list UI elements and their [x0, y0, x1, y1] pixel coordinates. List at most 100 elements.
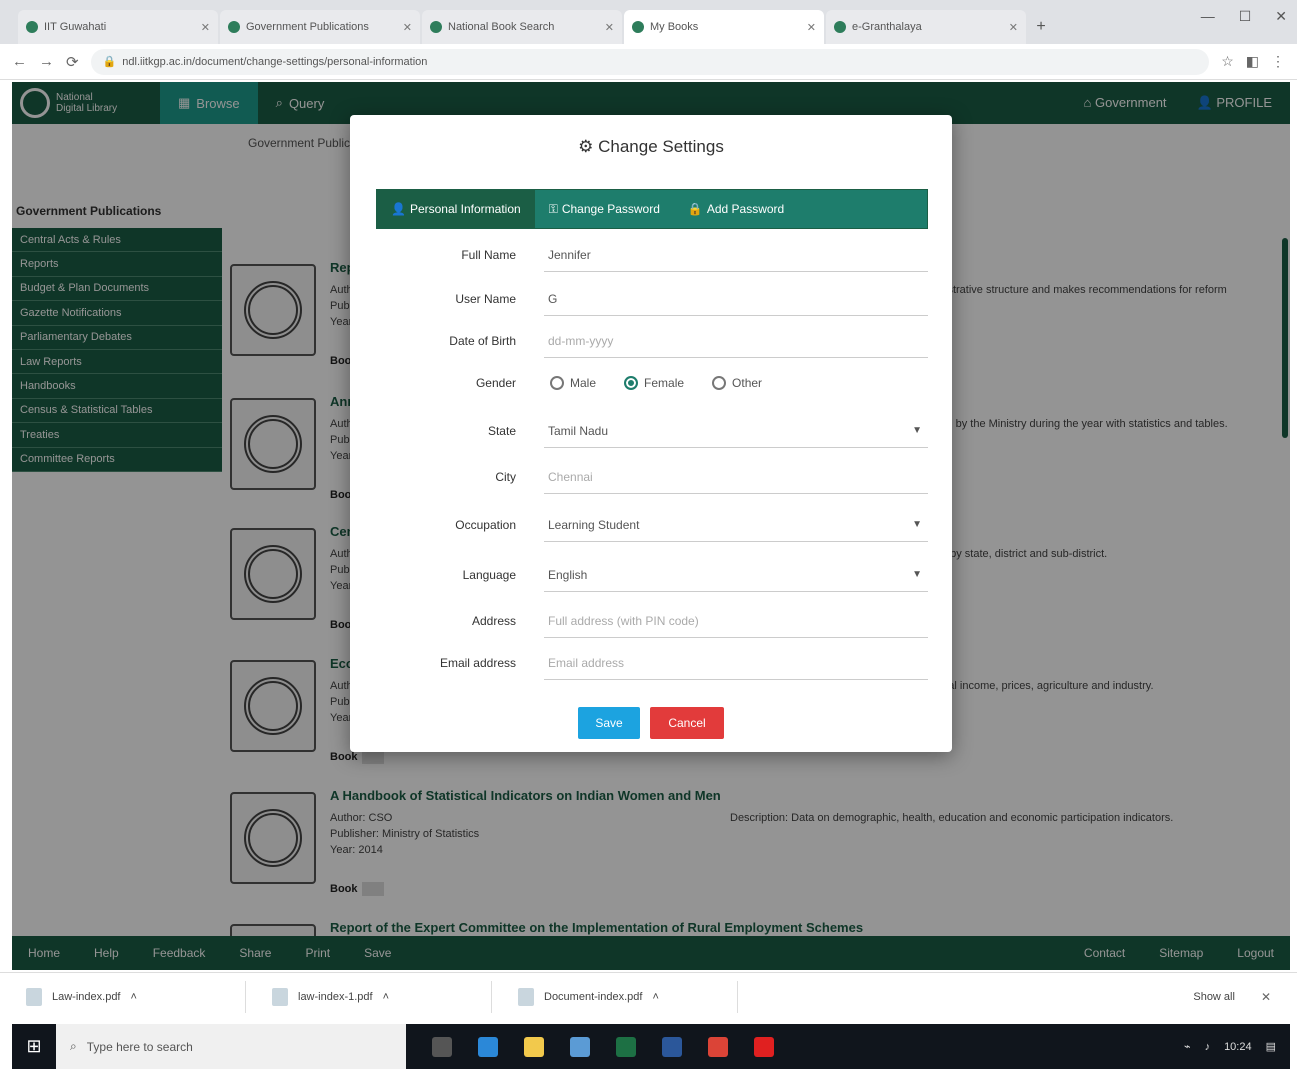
close-icon[interactable]: ✕ [1009, 21, 1018, 34]
user-name-label: User Name [455, 292, 516, 306]
language-select[interactable]: English ▼ [544, 558, 928, 592]
close-icon[interactable]: ✕ [201, 21, 210, 34]
email-label: Email address [439, 656, 516, 670]
email-input[interactable]: Email address [544, 646, 928, 680]
download-filename: Law-index.pdf [52, 990, 121, 1003]
chevron-up-icon[interactable]: ˄ [131, 991, 137, 1003]
show-all-downloads[interactable]: Show all [1193, 991, 1235, 1003]
modal-tab-label: Personal Information [409, 202, 521, 216]
pdf-file-icon [518, 987, 534, 1006]
state-row: State Tamil Nadu ▼ [376, 413, 928, 449]
chevron-up-icon[interactable]: ˄ [652, 991, 658, 1003]
full-name-input[interactable]: Jennifer [544, 238, 928, 272]
close-icon[interactable]: ✕ [403, 21, 412, 34]
dob-input[interactable]: dd-mm-yyyy [544, 324, 928, 358]
browser-tab-label: My Books [650, 21, 699, 33]
task-view-icon[interactable] [432, 1036, 452, 1057]
occupation-label: Occupation [455, 518, 516, 532]
taskbar-search[interactable]: ⌕ Type here to search [56, 1024, 406, 1069]
close-icon[interactable]: ✕ [1275, 8, 1287, 25]
minimize-icon[interactable]: — [1201, 8, 1215, 25]
store-icon[interactable] [570, 1036, 590, 1057]
cancel-button[interactable]: Cancel [650, 707, 724, 739]
browser-tab-label: Government Publications [246, 21, 369, 33]
download-filename: Document-index.pdf [544, 990, 643, 1003]
city-label: City [495, 470, 516, 484]
settings-icon: ⚙ [578, 137, 599, 156]
modal-tab[interactable]: 🔒 Add Password [674, 189, 798, 229]
gender-radio-female[interactable]: Female [624, 376, 684, 390]
user-name-input[interactable]: G [544, 282, 928, 316]
chevron-up-icon[interactable]: ˄ [383, 991, 389, 1003]
extensions-icon[interactable]: ◧ [1246, 53, 1259, 70]
chevron-down-icon: ▼ [912, 425, 922, 436]
address-row: Address Full address (with PIN code) [376, 603, 928, 639]
back-icon[interactable]: ← [12, 53, 27, 70]
gender-radio-group: Male Female Other [544, 376, 928, 390]
download-item[interactable]: law-index-1.pdf ˄ [272, 980, 492, 1013]
close-icon[interactable]: ✕ [1261, 990, 1271, 1004]
language-row: Language English ▼ [376, 557, 928, 593]
reload-icon[interactable]: ⟳ [66, 53, 79, 71]
browser-tab[interactable]: National Book Search ✕ [422, 10, 622, 44]
chevron-down-icon: ▼ [912, 569, 922, 580]
address-bar[interactable]: 🔒 ndl.iitkgp.ac.in/document/change-setti… [90, 48, 1210, 75]
modal-tab[interactable]: 👤 Personal Information [377, 189, 535, 229]
notifications-icon[interactable]: ▤ [1266, 1040, 1276, 1053]
browser-tab[interactable]: Government Publications ✕ [220, 10, 420, 44]
address-input[interactable]: Full address (with PIN code) [544, 604, 928, 638]
volume-icon[interactable]: ♪ [1205, 1041, 1211, 1053]
gender-row: Gender Male Female Other [376, 365, 928, 401]
menu-icon[interactable]: ⋮ [1271, 53, 1285, 70]
clock[interactable]: 10:24 [1224, 1041, 1252, 1053]
download-item[interactable]: Law-index.pdf ˄ [26, 980, 246, 1013]
excel-icon[interactable] [616, 1036, 636, 1057]
save-button[interactable]: Save [578, 707, 640, 739]
address-label: Address [471, 614, 516, 628]
browser-toolbar: ← → ⟳ 🔒 ndl.iitkgp.ac.in/document/change… [0, 44, 1297, 80]
chrome-icon[interactable] [708, 1036, 728, 1057]
modal-tabs: 👤 Personal Information ⚿ Change Password 🔒 Ad… [376, 189, 928, 229]
os-taskbar: ⊞ ⌕ Type here to search ⌁ ♪ 10:24 ▤ [12, 1024, 1290, 1069]
change-settings-modal: ⚙ Change Settings 👤 Personal Information ⚿… [350, 115, 952, 752]
browser-tab-label: National Book Search [448, 21, 555, 33]
browser-tab[interactable]: My Books ✕ [624, 10, 824, 44]
download-item[interactable]: Document-index.pdf ˄ [518, 980, 738, 1013]
gender-radio-male[interactable]: Male [550, 376, 596, 390]
star-icon[interactable]: ☆ [1221, 53, 1234, 70]
close-icon[interactable]: ✕ [605, 21, 614, 34]
forward-icon[interactable]: → [39, 53, 54, 70]
browser-tab[interactable]: IIT Guwahati ✕ [18, 10, 218, 44]
windows-start-icon[interactable]: ⊞ [12, 1024, 56, 1069]
lock-icon: 🔒 [687, 202, 703, 216]
word-icon[interactable] [662, 1036, 682, 1057]
taskbar-apps [406, 1036, 774, 1057]
dob-label: Date of Birth [449, 334, 516, 348]
browser-tab-label: e-Granthalaya [852, 21, 922, 33]
close-icon[interactable]: ✕ [807, 21, 816, 34]
edge-icon[interactable] [478, 1036, 498, 1057]
modal-actions: Save Cancel [350, 707, 952, 739]
user-name-row: User Name G [376, 281, 928, 317]
full-name-label: Full Name [461, 248, 516, 262]
browser-tab[interactable]: e-Granthalaya ✕ [826, 10, 1026, 44]
new-tab-button[interactable]: + [1028, 14, 1054, 40]
url-text: ndl.iitkgp.ac.in/document/change-setting… [122, 55, 428, 68]
modal-tab[interactable]: ⚿ Change Password [535, 189, 674, 229]
file-explorer-icon[interactable] [524, 1036, 544, 1057]
network-icon[interactable]: ⌁ [1184, 1040, 1191, 1053]
language-label: Language [462, 568, 516, 582]
state-select[interactable]: Tamil Nadu ▼ [544, 414, 928, 448]
app-window: National Digital Library ▦ Browse ⌕ Query ⌂… [12, 82, 1290, 970]
window-controls: — ☐ ✕ [1201, 8, 1287, 25]
occupation-select[interactable]: Learning Student ▼ [544, 508, 928, 542]
maximize-icon[interactable]: ☐ [1239, 8, 1252, 25]
city-input[interactable]: Chennai [544, 460, 928, 494]
language-value: English [548, 567, 588, 582]
gender-radio-other[interactable]: Other [712, 376, 762, 390]
gender-option-label: Male [570, 376, 597, 390]
modal-tab-label: Change Password [561, 202, 660, 216]
downloads-bar: Law-index.pdf ˄ law-index-1.pdf ˄ Document-i… [0, 972, 1297, 1020]
acrobat-icon[interactable] [754, 1036, 774, 1057]
radio-icon [712, 376, 727, 390]
